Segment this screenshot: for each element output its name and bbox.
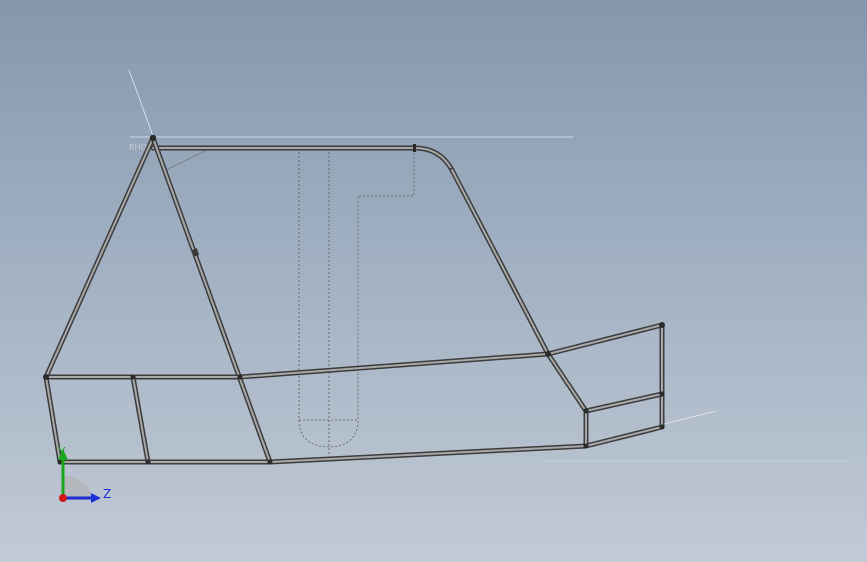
tube-front-upper[interactable] — [545, 322, 665, 357]
node-rear-strut-bottom[interactable] — [145, 459, 151, 465]
coordinate-triad[interactable]: Y Z — [57, 445, 111, 503]
node-bulkhead-middle[interactable] — [659, 391, 665, 397]
roof-bend-marker — [413, 144, 416, 152]
node-front-post-bottom[interactable] — [583, 443, 589, 449]
triad-y-label: Y — [57, 445, 66, 459]
model-scene[interactable]: RHO Y Z — [0, 0, 867, 562]
reference-axis-line — [128, 69, 154, 137]
tube-front-pillar[interactable] — [449, 167, 551, 357]
triad-x-axis-dot — [59, 494, 67, 502]
triad-z-label: Z — [103, 487, 111, 501]
tube-rear-strut[interactable] — [130, 374, 151, 465]
tube-side-impact[interactable] — [237, 351, 551, 380]
triad-z-arrow — [91, 493, 101, 503]
reference-gusset-line — [161, 149, 208, 173]
seat-sketch — [298, 152, 415, 455]
node-bulkhead-top[interactable] — [659, 322, 665, 328]
tube-front-bulkhead-lower[interactable] — [583, 424, 665, 449]
tube-frame[interactable] — [43, 135, 665, 465]
reference-geometry: RHO — [128, 69, 848, 462]
reference-line-right — [659, 410, 717, 426]
tube-roof[interactable] — [150, 145, 455, 173]
node-rear-upper[interactable] — [43, 374, 49, 380]
tube-lower-main[interactable] — [267, 443, 589, 465]
plane-label: RHO — [129, 143, 147, 152]
node-main-hoop-mid[interactable] — [237, 374, 243, 380]
frame-nodes[interactable] — [43, 134, 665, 465]
tube-rear-diagonal[interactable] — [43, 135, 156, 380]
graphics-viewport[interactable]: RHO Y Z — [0, 0, 867, 562]
node-rear-strut-top[interactable] — [130, 374, 136, 380]
tube-front-lower-diagonal[interactable] — [545, 351, 589, 414]
tube-front-bulkhead-middle[interactable] — [583, 391, 665, 414]
seat-sketch-outline — [298, 152, 415, 448]
tube-main-hoop[interactable] — [150, 135, 273, 465]
node-front-upper[interactable] — [545, 351, 551, 357]
node-top-apex[interactable] — [149, 134, 157, 142]
node-bulkhead-bottom[interactable] — [659, 424, 665, 430]
node-main-hoop-bottom[interactable] — [267, 459, 273, 465]
node-front-post-top[interactable] — [583, 408, 589, 414]
triad-plane-indicator — [64, 475, 94, 500]
